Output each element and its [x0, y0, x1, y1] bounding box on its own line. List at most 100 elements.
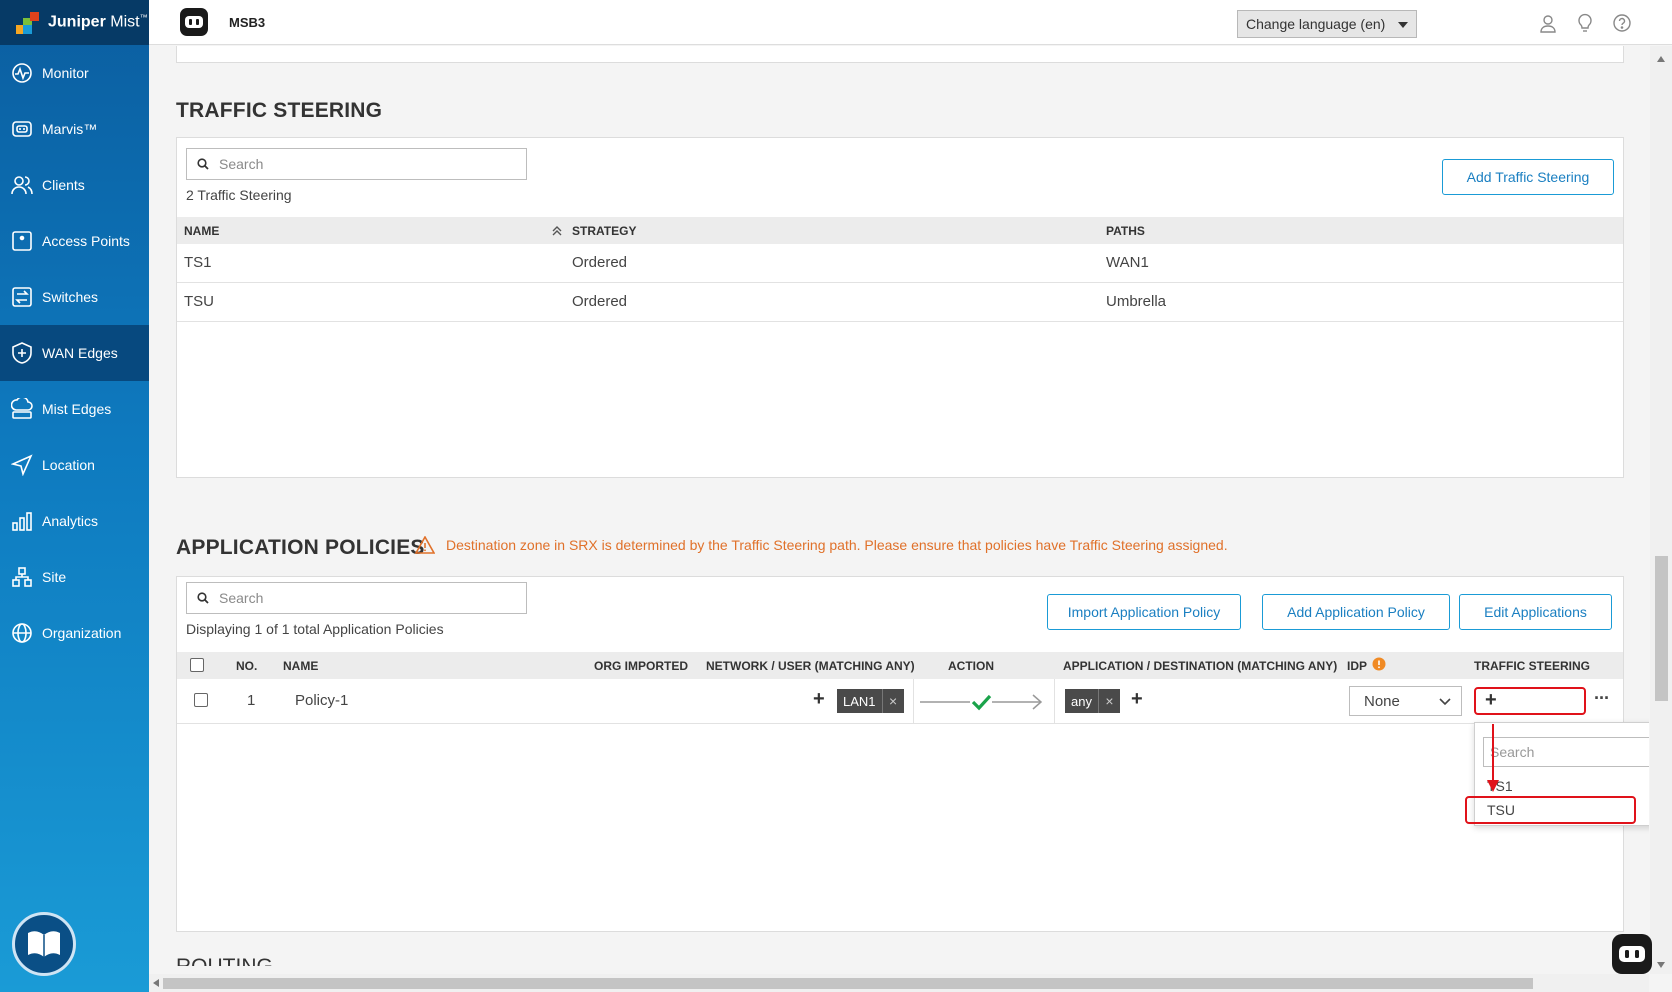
wan-edges-icon [11, 342, 33, 364]
idp-select-value: None [1364, 692, 1400, 710]
sidebar-item-mist-edges[interactable]: Mist Edges [0, 381, 149, 437]
tsu-option-highlight [1465, 796, 1636, 824]
cell-strategy: Ordered [572, 254, 628, 271]
column-divider [913, 679, 914, 724]
traffic-steering-panel: Search 2 Traffic Steering Add Traffic St… [176, 137, 1624, 478]
column-header-traffic-steering: TRAFFIC STEERING [1474, 659, 1590, 673]
add-application-policy-button[interactable]: Add Application Policy [1262, 594, 1450, 630]
sidebar-item-analytics[interactable]: Analytics [0, 493, 149, 549]
user-icon[interactable] [1538, 13, 1558, 33]
sidebar-item-switches[interactable]: Switches [0, 269, 149, 325]
traffic-steering-add-field[interactable]: + [1474, 687, 1586, 715]
horizontal-scroll-thumb[interactable] [163, 978, 1533, 989]
select-all-checkbox[interactable] [190, 658, 204, 672]
sidebar-nav: Monitor Marvis™ Clients Access Points Sw… [0, 45, 149, 661]
sidebar-item-clients[interactable]: Clients [0, 157, 149, 213]
chevron-down-icon [1398, 22, 1408, 28]
lightbulb-icon[interactable] [1575, 13, 1595, 33]
add-network-plus-icon[interactable]: + [813, 688, 825, 711]
sort-ascending-icon[interactable] [552, 226, 562, 236]
mist-edges-icon [11, 398, 33, 420]
scroll-down-icon[interactable] [1657, 962, 1665, 968]
column-header-strategy[interactable]: STRATEGY [572, 224, 636, 238]
remove-chip-icon[interactable]: × [881, 689, 904, 713]
info-icon[interactable] [1372, 657, 1386, 671]
search-placeholder: Search [219, 590, 264, 606]
row-checkbox[interactable] [194, 693, 208, 707]
traffic-steering-table-header: NAME STRATEGY PATHS [177, 217, 1623, 244]
chevron-down-icon [1439, 698, 1451, 706]
language-select-label: Change language (en) [1246, 16, 1386, 32]
sidebar-item-marvis[interactable]: Marvis™ [0, 101, 149, 157]
red-arrow-annotation [1487, 724, 1499, 792]
sidebar-item-monitor[interactable]: Monitor [0, 45, 149, 101]
brand-name: Juniper Mist™ [48, 13, 148, 31]
analytics-icon [11, 510, 33, 532]
table-row[interactable]: TSU Ordered Umbrella [177, 283, 1623, 322]
main-content: TRAFFIC STEERING Search 2 Traffic Steeri… [149, 46, 1649, 974]
language-select[interactable]: Change language (en) [1237, 10, 1417, 38]
cell-no: 1 [247, 692, 256, 709]
traffic-steering-title: TRAFFIC STEERING [176, 99, 383, 122]
policy-row[interactable]: 1 Policy-1 + LAN1 × any × + None + ··· [177, 679, 1623, 724]
sidebar-item-label: Organization [42, 625, 122, 641]
horizontal-scrollbar[interactable] [149, 974, 1649, 992]
column-header-org-imported: ORG IMPORTED [594, 659, 689, 673]
switches-icon [11, 286, 33, 308]
add-application-plus-icon[interactable]: + [1131, 688, 1143, 711]
marvis-chat-bot-icon[interactable] [1612, 934, 1652, 974]
brand[interactable]: Juniper Mist™ [0, 0, 149, 45]
warning-icon [415, 536, 435, 554]
application-policies-search-input[interactable]: Search [186, 582, 527, 614]
add-traffic-steering-button[interactable]: Add Traffic Steering [1442, 159, 1614, 195]
action-allow-arrow-icon[interactable] [920, 690, 1045, 714]
app-root: Juniper Mist™ Monitor Marvis™ Clients Ac… [0, 0, 1672, 992]
column-header-no: NO. [236, 659, 258, 673]
sidebar-item-access-points[interactable]: Access Points [0, 213, 149, 269]
traffic-steering-search-input[interactable]: Search [186, 148, 527, 180]
organization-icon [11, 622, 33, 644]
dropdown-search-input[interactable]: Search [1483, 737, 1649, 767]
marvis-bot-icon[interactable] [180, 8, 208, 36]
application-chip[interactable]: any × [1065, 689, 1120, 713]
routing-title-partial: ROUTING [176, 958, 273, 966]
vertical-scrollbar[interactable] [1650, 46, 1672, 974]
traffic-steering-warning: Destination zone in SRX is determined by… [415, 536, 1228, 554]
site-name[interactable]: MSB3 [229, 15, 265, 30]
edit-applications-button[interactable]: Edit Applications [1459, 594, 1612, 630]
table-row[interactable]: TS1 Ordered WAN1 [177, 244, 1623, 283]
previous-panel-edge [176, 46, 1624, 63]
sidebar-item-wan-edges[interactable]: WAN Edges [0, 325, 149, 381]
sidebar-item-organization[interactable]: Organization [0, 605, 149, 661]
more-options-icon[interactable]: ··· [1594, 688, 1610, 709]
sidebar-item-label: Clients [42, 177, 85, 193]
sidebar-item-label: Mist Edges [42, 401, 112, 417]
documentation-book-icon[interactable] [12, 912, 76, 976]
column-header-action: ACTION [948, 659, 994, 673]
search-icon [197, 158, 209, 170]
column-header-name[interactable]: NAME [184, 224, 219, 238]
vertical-scroll-thumb[interactable] [1655, 556, 1668, 701]
cell-strategy: Ordered [572, 293, 628, 310]
sidebar-item-label: Analytics [42, 513, 99, 529]
add-traffic-steering-plus-icon: + [1485, 689, 1497, 711]
juniper-logo-icon [16, 11, 40, 34]
sidebar-item-site[interactable]: Site [0, 549, 149, 605]
network-chip[interactable]: LAN1 × [837, 689, 904, 713]
traffic-steering-count: 2 Traffic Steering [186, 187, 292, 203]
location-icon [11, 454, 33, 476]
scroll-left-icon[interactable] [153, 979, 159, 987]
scroll-up-icon[interactable] [1657, 56, 1665, 62]
column-header-paths[interactable]: PATHS [1106, 224, 1145, 238]
cell-policy-name[interactable]: Policy-1 [295, 692, 348, 709]
column-header-name: NAME [283, 659, 319, 673]
site-icon [11, 566, 33, 588]
application-chip-label: any [1071, 693, 1092, 709]
import-application-policy-button[interactable]: Import Application Policy [1047, 594, 1241, 630]
remove-chip-icon[interactable]: × [1097, 689, 1120, 713]
application-policies-panel: Search Displaying 1 of 1 total Applicati… [176, 576, 1624, 932]
application-policies-title: APPLICATION POLICIES [176, 536, 425, 559]
idp-select[interactable]: None [1349, 686, 1462, 716]
sidebar-item-location[interactable]: Location [0, 437, 149, 493]
help-icon[interactable] [1612, 13, 1632, 33]
